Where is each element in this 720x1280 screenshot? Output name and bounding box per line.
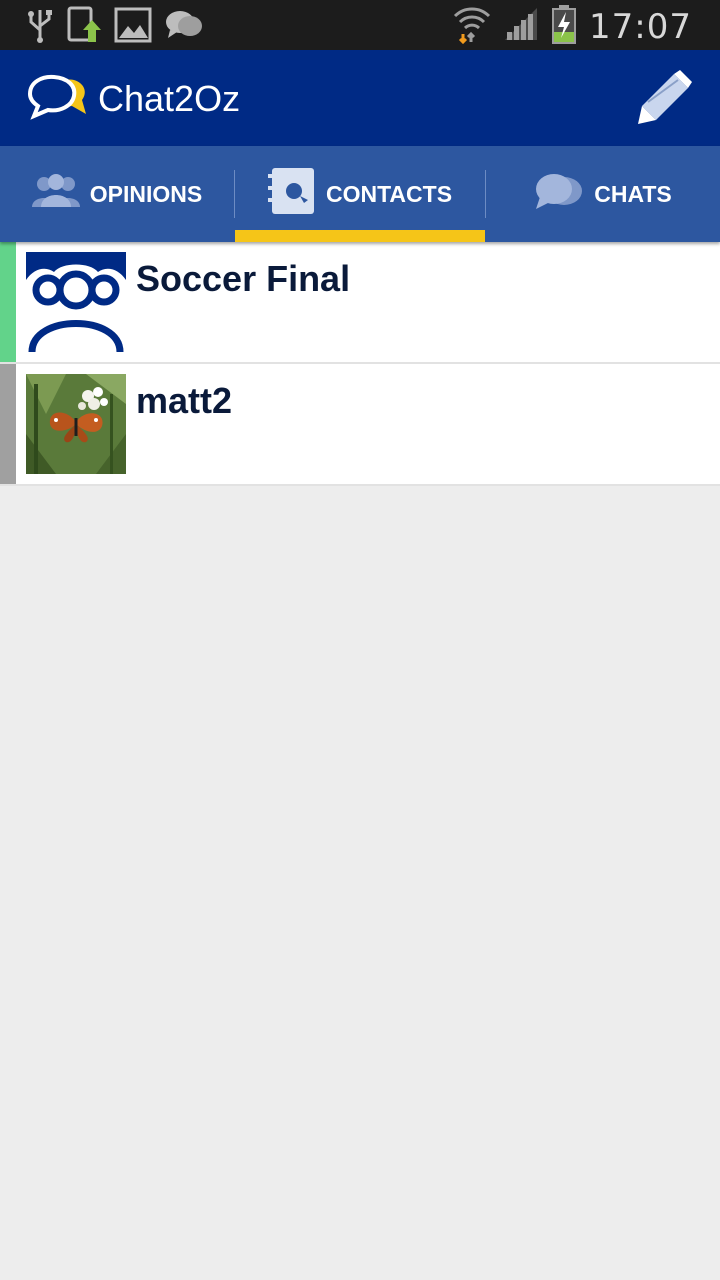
usb-icon <box>26 6 54 49</box>
tab-chats[interactable]: CHATS <box>486 146 720 242</box>
wifi-icon <box>453 4 491 49</box>
tab-contacts[interactable]: CONTACTS <box>235 146 485 242</box>
pencil-icon[interactable] <box>636 70 692 131</box>
contact-row[interactable]: matt2 <box>0 364 720 486</box>
signal-icon <box>503 6 539 47</box>
tab-selected-indicator <box>235 230 485 242</box>
chat-bubbles-icon[interactable] <box>26 74 88 125</box>
tab-opinions-label: OPINIONS <box>89 180 203 207</box>
phone-update-icon <box>66 6 102 49</box>
status-bar: 17:07 <box>0 0 720 50</box>
chat-notification-icon <box>164 8 204 47</box>
battery-charging-icon <box>551 4 577 49</box>
contact-row[interactable]: Soccer Final <box>0 242 720 364</box>
contact-name: matt2 <box>136 380 233 421</box>
group-avatar-icon <box>26 252 126 352</box>
image-icon <box>114 6 152 49</box>
chat-bubbles-icon <box>534 171 584 217</box>
tab-bar: OPINIONS CONTACTS CHATS <box>0 146 720 242</box>
app-title: Chat2Oz <box>98 78 241 119</box>
contact-name: Soccer Final <box>136 258 351 299</box>
contact-book-icon <box>267 166 316 222</box>
presence-strip <box>0 242 16 362</box>
people-icon <box>31 173 80 215</box>
presence-strip <box>0 364 16 484</box>
contacts-list: Soccer Final matt2 <box>0 242 720 486</box>
butterfly-photo <box>26 374 126 474</box>
tab-chats-label: CHATS <box>594 180 672 207</box>
status-bar-clock: 17:07 <box>589 6 692 47</box>
tab-opinions[interactable]: OPINIONS <box>0 146 234 242</box>
tab-contacts-label: CONTACTS <box>325 180 453 207</box>
app-bar: Chat2Oz <box>0 50 720 146</box>
